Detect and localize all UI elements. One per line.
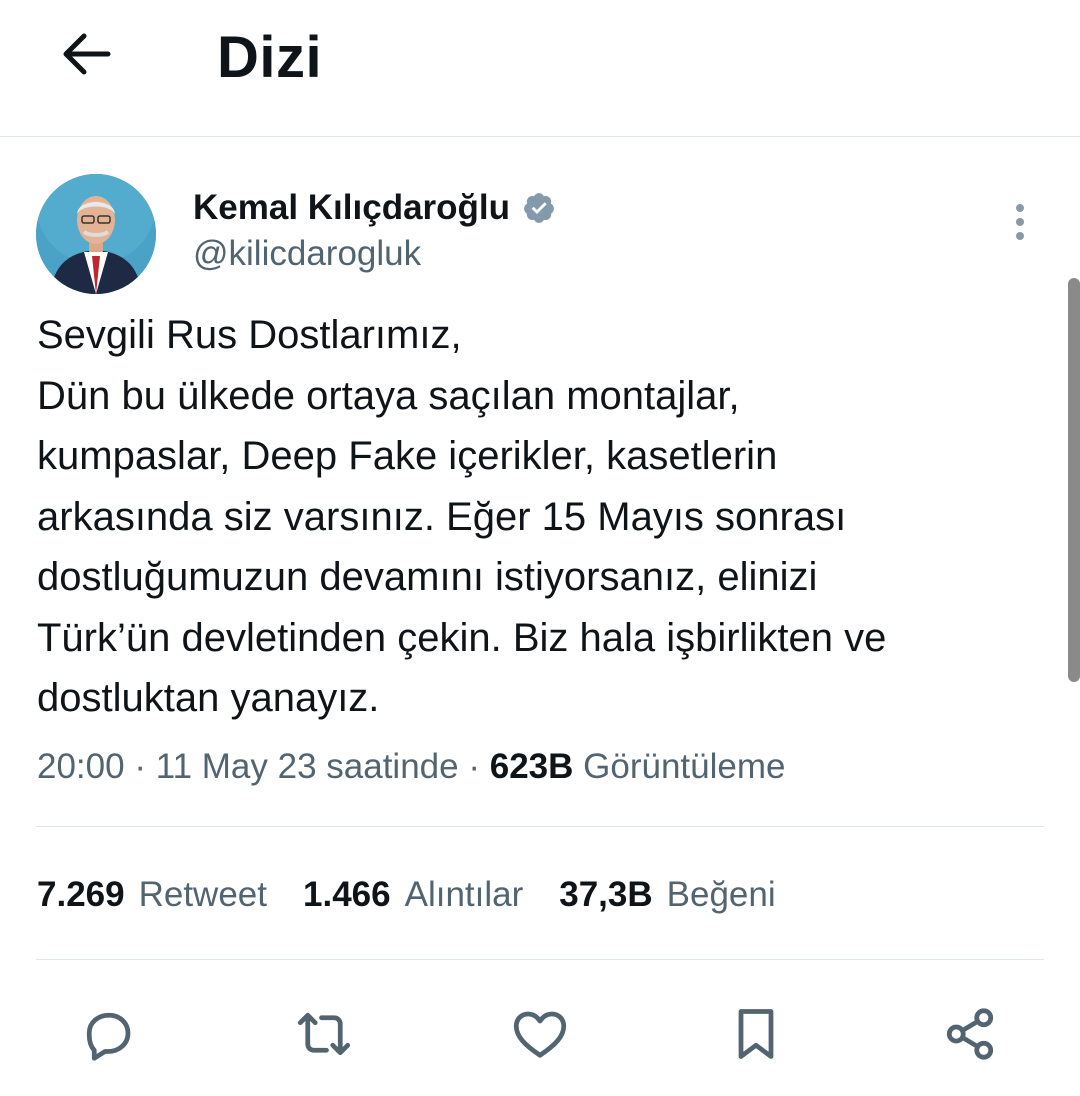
reply-icon bbox=[86, 1012, 131, 1061]
tweet-text-line: Sevgili Rus Dostlarımız, bbox=[37, 313, 462, 357]
like-count-link[interactable]: 37,3B Beğeni bbox=[559, 872, 775, 918]
tweet-text-line: dostluktan yanayız. bbox=[37, 676, 380, 720]
share-button[interactable] bbox=[932, 996, 1008, 1072]
more-dot-icon bbox=[1016, 204, 1024, 212]
tweet-text-line: dostluğumuzun devamını istiyorsanız, eli… bbox=[37, 555, 818, 599]
retweet-icon bbox=[297, 1012, 351, 1056]
more-dot-icon bbox=[1016, 218, 1024, 226]
author-name[interactable]: Kemal Kılıçdaroğlu bbox=[193, 186, 556, 230]
tweet-text-line: Türk’ün devletinden çekin. Biz hala işbi… bbox=[37, 615, 887, 660]
scrollbar[interactable] bbox=[1068, 278, 1080, 682]
tweet-text: Sevgili Rus Dostlarımız, Dün bu ülkede o… bbox=[37, 305, 1057, 729]
bookmark-button[interactable] bbox=[718, 996, 794, 1072]
profile-photo bbox=[36, 174, 156, 294]
tweet-date[interactable]: 11 May 23 saatinde bbox=[156, 747, 459, 786]
tweet-text-line: kumpaslar, Deep Fake içerikler, kasetler… bbox=[37, 434, 778, 478]
retweet-count: 7.269 bbox=[37, 875, 125, 914]
more-options-button[interactable] bbox=[1000, 196, 1040, 248]
tweet-time[interactable]: 20:00 bbox=[37, 747, 125, 786]
view-label: Görüntüleme bbox=[583, 747, 786, 786]
quote-count: 1.466 bbox=[303, 875, 391, 914]
author-handle[interactable]: @kilicdarogluk bbox=[193, 232, 421, 276]
like-count: 37,3B bbox=[559, 875, 653, 914]
arrow-left-icon bbox=[63, 33, 111, 75]
quote-count-link[interactable]: 1.466 Alıntılar bbox=[303, 872, 523, 918]
back-button[interactable] bbox=[50, 22, 120, 86]
divider bbox=[36, 959, 1044, 960]
page-title: Dizi bbox=[217, 25, 323, 90]
meta-separator: · bbox=[134, 747, 146, 786]
author-name-text: Kemal Kılıçdaroğlu bbox=[193, 188, 511, 227]
tweet-stats: 7.269 Retweet 1.466 Alıntılar 37,3B Beğe… bbox=[37, 872, 812, 918]
like-icon bbox=[513, 1011, 567, 1058]
retweet-count-link[interactable]: 7.269 Retweet bbox=[37, 872, 267, 918]
share-icon bbox=[946, 1008, 994, 1060]
tweet-meta: 20:00 · 11 May 23 saatinde · 623B Görünt… bbox=[37, 744, 785, 790]
divider bbox=[36, 826, 1044, 827]
like-label: Beğeni bbox=[666, 875, 776, 914]
meta-separator: · bbox=[468, 747, 480, 786]
like-button[interactable] bbox=[502, 996, 578, 1072]
tweet-text-line: arkasında siz varsınız. Eğer 15 Mayıs so… bbox=[37, 494, 847, 539]
retweet-label: Retweet bbox=[138, 875, 267, 914]
top-bar: Dizi bbox=[0, 0, 1080, 137]
more-dot-icon bbox=[1016, 232, 1024, 240]
quote-label: Alıntılar bbox=[404, 875, 524, 914]
view-count: 623B bbox=[489, 747, 574, 786]
tweet-text-line: Dün bu ülkede ortaya saçılan montajlar, bbox=[37, 373, 740, 418]
tweet-actions bbox=[0, 996, 1080, 1072]
bookmark-icon bbox=[738, 1009, 774, 1059]
retweet-button[interactable] bbox=[286, 996, 362, 1072]
tweet-thread-page: Dizi Kemal Kılıçdaroğlu @kilicdarogluk S… bbox=[0, 0, 1080, 1096]
avatar[interactable] bbox=[36, 174, 156, 294]
reply-button[interactable] bbox=[70, 996, 146, 1072]
verified-badge-icon bbox=[522, 191, 556, 225]
